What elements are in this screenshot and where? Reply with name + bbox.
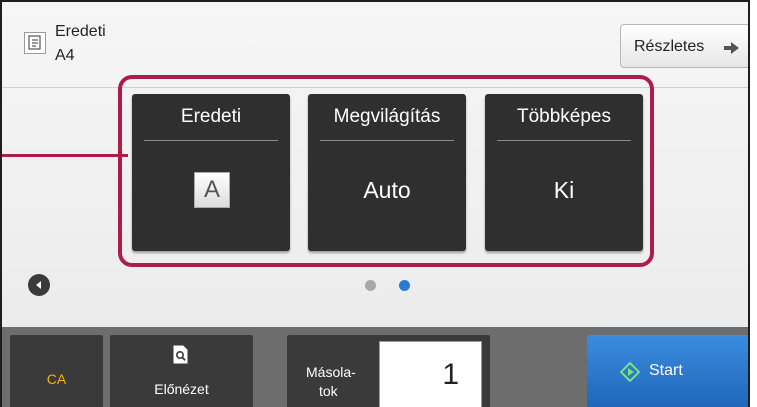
- tile-value: Ki: [553, 177, 575, 203]
- details-button-label: Részletes: [634, 38, 705, 55]
- preview-button[interactable]: Előnézet: [110, 335, 253, 407]
- tile-label: Eredeti: [180, 106, 242, 127]
- copies-input[interactable]: 1: [379, 341, 482, 407]
- arrow-right-icon: [724, 41, 740, 59]
- copy-screen: Eredeti A4 Részletes Eredeti A Megvilágí…: [0, 0, 750, 407]
- tile-exposure[interactable]: Megvilágítás Auto: [308, 94, 466, 251]
- preview-magnifier-icon: [172, 345, 190, 370]
- start-diamond-icon: [619, 361, 641, 387]
- ca-button[interactable]: CA: [10, 335, 103, 407]
- tile-multishot[interactable]: Többképes Ki: [485, 94, 643, 251]
- tile-divider: [144, 140, 278, 141]
- start-button-label: Start: [649, 362, 683, 379]
- tile-label: Többképes: [516, 106, 611, 127]
- chevron-left-icon[interactable]: [28, 274, 50, 296]
- preview-button-label: Előnézet: [154, 381, 209, 397]
- callout-line: [2, 154, 128, 157]
- copies-label-line1: Másola-: [306, 364, 356, 380]
- copies-panel: Másola- tok 1: [287, 335, 490, 407]
- ca-button-label: CA: [46, 371, 67, 387]
- start-button[interactable]: Start: [587, 335, 748, 407]
- tile-original[interactable]: Eredeti A: [132, 94, 290, 251]
- page-dot-1[interactable]: [365, 280, 376, 291]
- original-label: Eredeti: [55, 23, 106, 40]
- document-icon: [24, 32, 46, 54]
- original-size: A4: [55, 47, 75, 64]
- copies-label-line2: tok: [319, 383, 338, 399]
- tile-divider: [497, 140, 631, 141]
- page-dot-2-active[interactable]: [399, 280, 410, 291]
- original-a-icon: A: [194, 172, 230, 208]
- details-button[interactable]: Részletes: [620, 24, 748, 68]
- tile-value: Auto: [363, 177, 411, 203]
- tile-label: Megvilágítás: [333, 106, 441, 127]
- tile-divider: [320, 140, 454, 141]
